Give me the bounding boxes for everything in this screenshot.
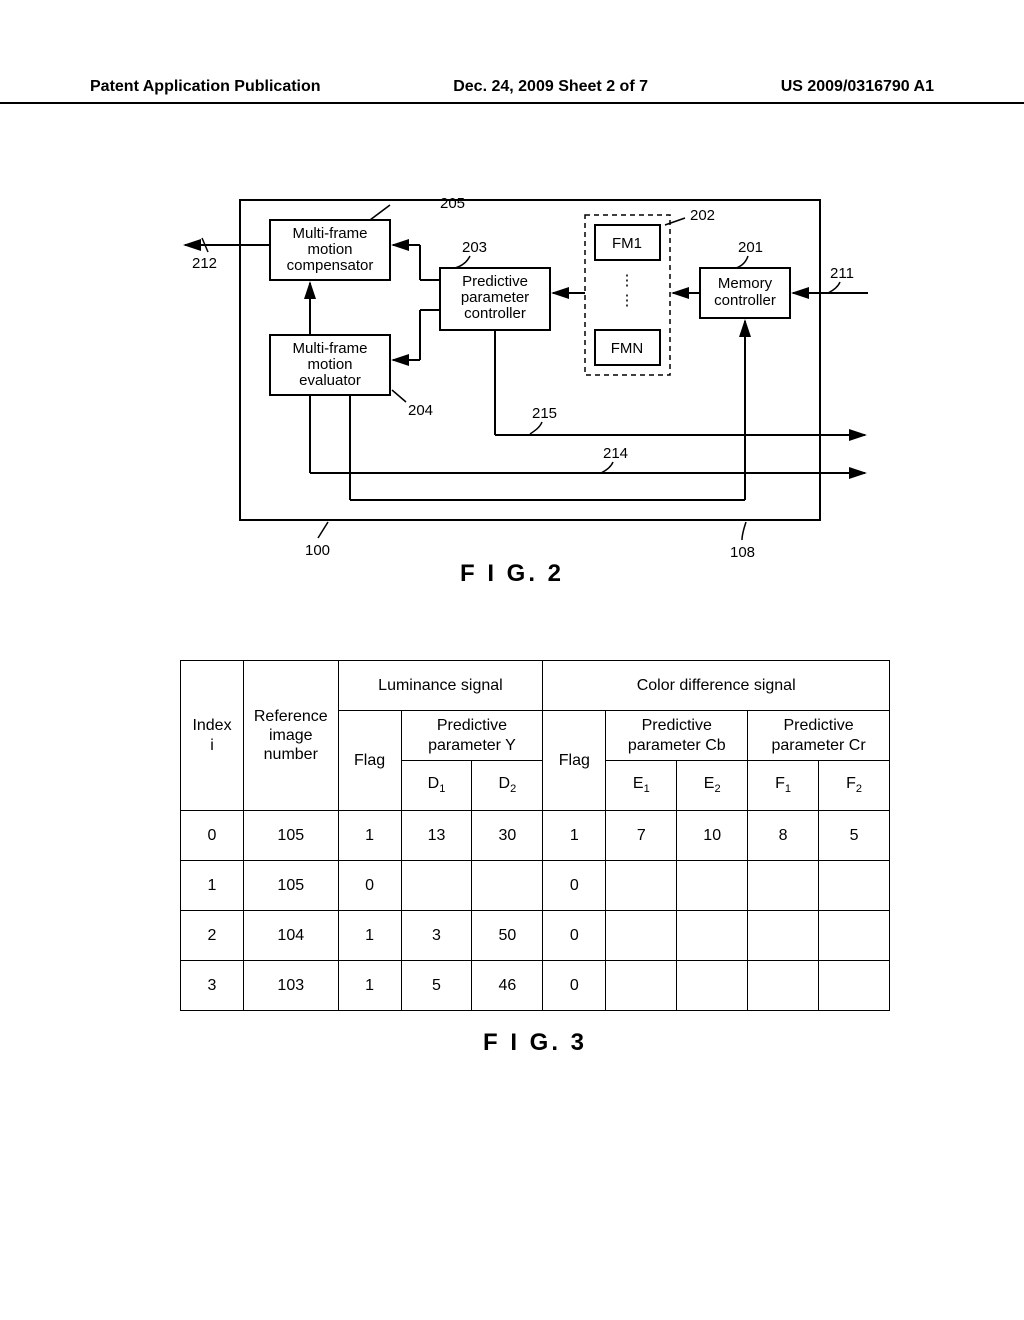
ref-100: 100 xyxy=(305,542,330,559)
figure-2-caption: F I G. 2 xyxy=(0,560,1024,588)
th-ppy: Predictive parameter Y xyxy=(401,711,543,761)
ref-108: 108 xyxy=(730,544,755,561)
svg-text:controller: controller xyxy=(464,305,526,322)
page-header: Patent Application Publication Dec. 24, … xyxy=(0,78,1024,104)
svg-text:motion: motion xyxy=(307,241,352,258)
th-ppcr: Predictive parameter Cr xyxy=(748,711,890,761)
ref-205: 205 xyxy=(440,195,465,212)
th-ppcb: Predictive parameter Cb xyxy=(606,711,748,761)
svg-text:compensator: compensator xyxy=(287,257,374,274)
ref-201: 201 xyxy=(738,239,763,256)
th-d1: D1 xyxy=(401,761,472,811)
table-row: 0 105 1 13 30 1 7 10 8 5 xyxy=(181,811,890,861)
table-row: 3 103 1 5 46 0 xyxy=(181,961,890,1011)
th-flag-y: Flag xyxy=(338,711,401,811)
th-d2: D2 xyxy=(472,761,543,811)
header-center: Dec. 24, 2009 Sheet 2 of 7 xyxy=(453,78,648,96)
block-label-compensator: Multi-frame xyxy=(292,225,367,242)
ref-215: 215 xyxy=(532,405,557,422)
block-label-fmn: FMN xyxy=(611,340,644,357)
patent-page: Patent Application Publication Dec. 24, … xyxy=(0,0,1024,1320)
svg-text:controller: controller xyxy=(714,292,776,309)
svg-text:⋮: ⋮ xyxy=(620,292,635,309)
svg-text:parameter: parameter xyxy=(461,289,529,306)
ellipsis-icon: ⋮ xyxy=(620,272,635,289)
block-label-evaluator: Multi-frame xyxy=(292,340,367,357)
svg-text:evaluator: evaluator xyxy=(299,372,361,389)
block-label-memctrl: Memory xyxy=(718,275,773,292)
figure-3-caption: F I G. 3 xyxy=(180,1029,890,1057)
th-e1: E1 xyxy=(606,761,677,811)
header-left: Patent Application Publication xyxy=(90,78,321,96)
th-index: Index i xyxy=(181,661,244,811)
table-row: 1 105 0 0 xyxy=(181,861,890,911)
ref-212: 212 xyxy=(192,255,217,272)
th-luminance: Luminance signal xyxy=(338,661,543,711)
th-f2: F2 xyxy=(819,761,890,811)
figure-3-table: Index i Reference image number Luminance… xyxy=(180,660,890,1057)
ref-203: 203 xyxy=(462,239,487,256)
ref-214: 214 xyxy=(603,445,628,462)
block-label-ppc: Predictive xyxy=(462,273,528,290)
figure-2-diagram: Multi-frame motion compensator Multi-fra… xyxy=(110,190,900,570)
table-row: 2 104 1 3 50 0 xyxy=(181,911,890,961)
ref-202: 202 xyxy=(690,207,715,224)
svg-text:motion: motion xyxy=(307,356,352,373)
ref-204: 204 xyxy=(408,402,433,419)
ref-211: 211 xyxy=(830,265,854,282)
th-color: Color difference signal xyxy=(543,661,890,711)
th-flag-c: Flag xyxy=(543,711,606,811)
th-e2: E2 xyxy=(677,761,748,811)
th-f1: F1 xyxy=(748,761,819,811)
block-label-fm1: FM1 xyxy=(612,235,642,252)
th-refimg: Reference image number xyxy=(244,661,339,811)
header-right: US 2009/0316790 A1 xyxy=(781,78,934,96)
